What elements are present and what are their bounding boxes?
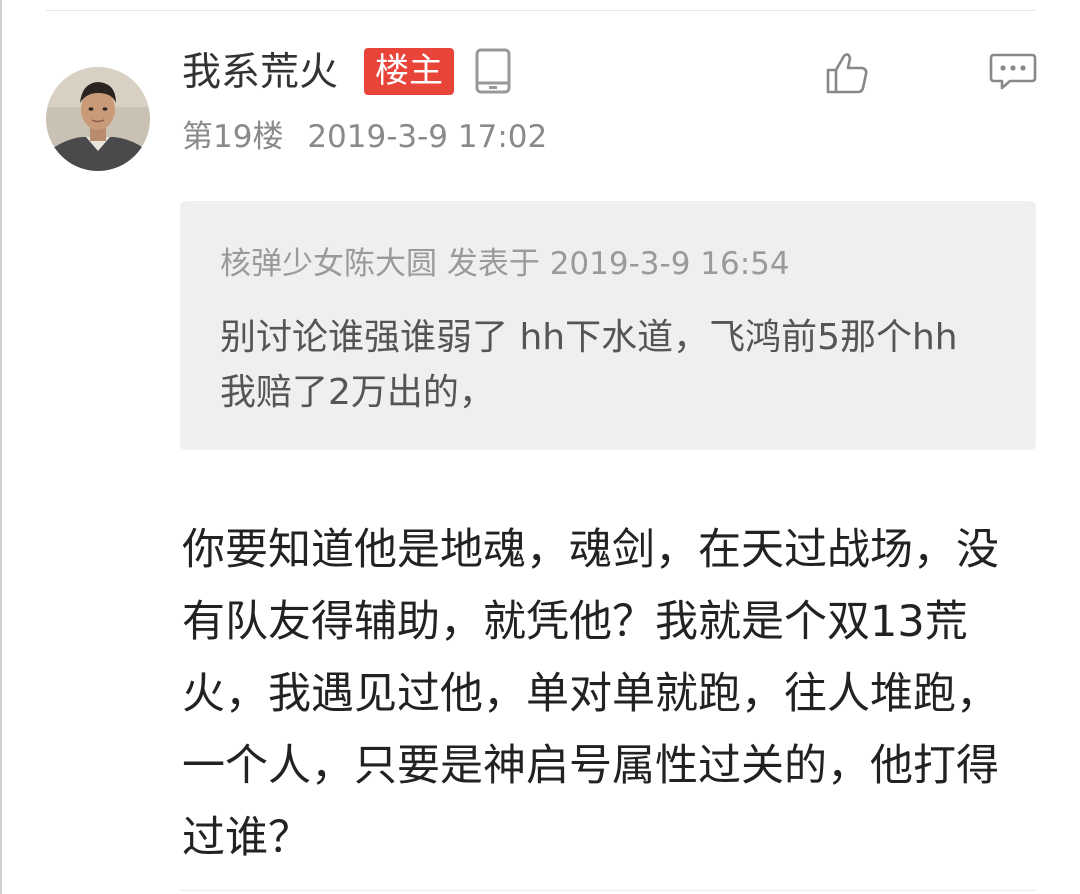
top-divider: [46, 10, 1036, 11]
bottom-divider: [180, 890, 1036, 891]
quote-author-line: 核弹少女陈大圆 发表于 2019-3-9 16:54: [220, 246, 790, 282]
op-badge: 楼主: [364, 48, 454, 95]
thumbs-up-icon[interactable]: [824, 50, 870, 96]
username[interactable]: 我系荒火: [182, 48, 338, 98]
avatar[interactable]: [46, 67, 150, 171]
quoted-reply: 核弹少女陈大圆 发表于 2019-3-9 16:54 别讨论谁强谁弱了 hh下水…: [180, 201, 1036, 450]
quote-text: 别讨论谁强谁弱了 hh下水道，飞鸿前5那个hh我赔了2万出的，: [220, 317, 958, 413]
comment-bubble-icon[interactable]: [988, 52, 1038, 92]
left-edge-border: [0, 0, 2, 894]
floor-number: 第19楼: [182, 119, 284, 155]
post-body: 你要知道他是地魂，魂剑，在天过战场，没有队友得辅助，就凭他？我就是个双13荒火，…: [182, 525, 999, 863]
post-timestamp: 2019-3-9 17:02: [307, 119, 548, 155]
post-meta: 第19楼 2019-3-9 17:02: [182, 116, 547, 158]
phone-icon: [474, 48, 512, 94]
